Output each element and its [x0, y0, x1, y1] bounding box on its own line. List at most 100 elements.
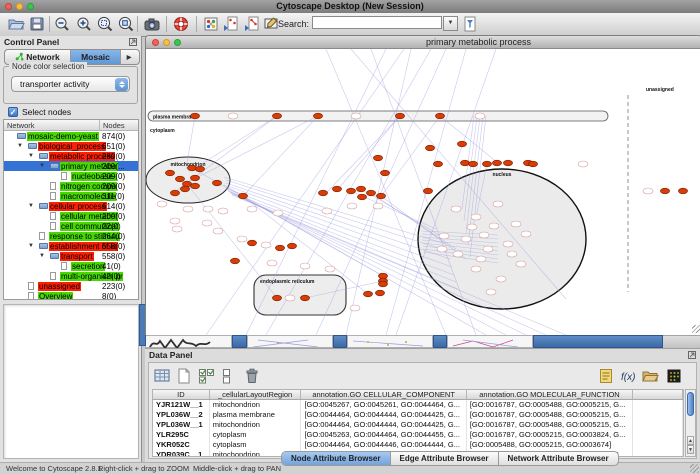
tab-node-attribute-browser[interactable]: Node Attribute Browser [282, 452, 391, 465]
network-node-outline[interactable] [516, 261, 526, 267]
zoom-selected-icon[interactable] [96, 15, 114, 33]
tree-row-cellular-metabol[interactable]: cellular metabol209(0) [4, 211, 138, 221]
network-node-outline[interactable] [285, 295, 295, 301]
network-node[interactable] [661, 188, 670, 194]
network-node-outline[interactable] [183, 206, 193, 212]
network-node[interactable] [273, 113, 282, 119]
tree-row-metabolic-process[interactable]: ▼metabolic process280(0) [4, 151, 138, 161]
table-cell[interactable]: cytoplasm [210, 440, 302, 450]
filter-icon[interactable] [461, 15, 479, 33]
network-node[interactable] [679, 188, 688, 194]
table-cell[interactable]: YPL036W__2 [153, 410, 210, 420]
network-node[interactable] [381, 170, 390, 176]
network-node[interactable] [504, 160, 513, 166]
table-cell[interactable] [633, 440, 683, 450]
table-cell[interactable] [633, 450, 683, 457]
network-window-titlebar[interactable]: primary metabolic process [146, 36, 700, 49]
zoom-out-icon[interactable] [53, 15, 71, 33]
table-cell[interactable]: [GO:0045267, GO:0045261, GO:0044464, G..… [301, 400, 466, 410]
column-header-id[interactable]: ID [153, 390, 210, 399]
network-node[interactable] [424, 188, 433, 194]
network-node-outline[interactable] [439, 233, 449, 239]
network-node-outline[interactable] [511, 221, 521, 227]
background-window-thumbnail[interactable] [347, 335, 433, 348]
network-node-outline[interactable] [578, 161, 588, 167]
scroll-down-arrow[interactable]: ▼ [687, 445, 694, 454]
scrollbar-thumb[interactable] [687, 392, 694, 416]
help-icon[interactable] [172, 15, 190, 33]
column-header-annotation-go-molecular-function[interactable]: annotation.GO MOLECULAR_FUNCTION [467, 390, 633, 399]
function-builder-icon[interactable]: f(x) [619, 367, 637, 385]
node-color-attribute-select[interactable]: transporter activity [11, 76, 130, 92]
float-panel-icon[interactable] [688, 351, 696, 359]
network-edge[interactable] [194, 116, 277, 169]
table-row-ylr295c[interactable]: YLR295Ccytoplasm[GO:0045263, GO:0044464,… [153, 430, 683, 440]
tree-row-establishment-of-lo[interactable]: ▼establishment of lo558(0) [4, 241, 138, 251]
table-cell[interactable]: cytoplasm [210, 430, 302, 440]
table-cell[interactable]: [GO:0044464, GO:0044444, GO:0044425, G..… [301, 420, 466, 430]
table-row-ypl036w-2[interactable]: YPL036W__2plasma membrane[GO:0044464, GO… [153, 410, 683, 420]
tree-row-biological-process[interactable]: ▼biological_process651(0) [4, 141, 138, 151]
tab-network-attribute-browser[interactable]: Network Attribute Browser [499, 452, 618, 465]
network-node-outline[interactable] [471, 266, 481, 272]
table-cell[interactable] [633, 430, 683, 440]
network-node-outline[interactable] [461, 236, 471, 242]
import-node-attributes-icon[interactable] [222, 15, 240, 33]
network-node-outline[interactable] [350, 305, 360, 311]
open-icon[interactable] [7, 15, 25, 33]
network-node[interactable] [181, 186, 190, 192]
network-node[interactable] [213, 180, 222, 186]
table-cell[interactable]: mitochondrion [210, 420, 302, 430]
tree-row-cellular-process[interactable]: ▼cellular process614(0) [4, 201, 138, 211]
network-node[interactable] [458, 141, 467, 147]
background-window-thumbnail[interactable] [247, 335, 333, 348]
network-node-outline[interactable] [475, 113, 485, 119]
table-cell[interactable]: [GO:0044464, GO:0044446, GO:0044444, G..… [301, 440, 466, 450]
tree-row-primary-metabo[interactable]: ▼primary metabo209(... [4, 161, 138, 171]
expand-arrow-icon[interactable]: ▼ [39, 162, 45, 170]
tree-row-secretion[interactable]: secretion41(0) [4, 261, 138, 271]
network-node-outline[interactable] [486, 289, 496, 295]
table-row-ypl036w-1[interactable]: YPL036W__1mitochondrion[GO:0044464, GO:0… [153, 420, 683, 430]
network-node[interactable] [483, 161, 492, 167]
network-node[interactable] [426, 145, 435, 151]
table-cell[interactable]: YLR295C [153, 430, 210, 440]
plugins-icon[interactable] [202, 15, 220, 33]
network-node-outline[interactable] [202, 220, 212, 226]
network-node-outline[interactable] [267, 260, 277, 266]
tree-row-nitrogen-compo[interactable]: nitrogen compo209(0) [4, 181, 138, 191]
network-node-outline[interactable] [476, 256, 486, 262]
network-node[interactable] [188, 165, 197, 171]
network-node[interactable] [333, 186, 342, 192]
network-node-outline[interactable] [451, 206, 461, 212]
network-node-outline[interactable] [493, 201, 503, 207]
network-node[interactable] [367, 190, 376, 196]
table-cell[interactable]: [GO:0044464, GO:0044444, GO:0044425, G..… [301, 410, 466, 420]
edit-attributes-icon[interactable] [597, 367, 615, 385]
tab-edge-attribute-browser[interactable]: Edge Attribute Browser [391, 452, 499, 465]
network-node-outline[interactable] [172, 226, 182, 232]
table-cell[interactable]: [GO:0016787, GO:0005488, GO:0005215, G..… [467, 400, 633, 410]
network-node[interactable] [376, 290, 385, 296]
table-cell[interactable]: YKR052C [153, 440, 210, 450]
column-header-annotation-go-cellular-component[interactable]: annotation.GO CELLULAR_COMPONENT [301, 390, 466, 399]
tree-row-macromolecule[interactable]: macromolecule311(0) [4, 191, 138, 201]
tree-column-network[interactable]: Network [7, 121, 35, 130]
resize-grip[interactable] [692, 325, 700, 333]
delete-attribute-icon[interactable] [243, 367, 261, 385]
network-node-outline[interactable] [261, 242, 271, 248]
network-node[interactable] [529, 161, 538, 167]
network-node-outline[interactable] [471, 214, 481, 220]
network-node-outline[interactable] [521, 231, 531, 237]
tree-row-transport[interactable]: ▼transport558(0) [4, 251, 138, 261]
network-node[interactable] [396, 113, 405, 119]
network-node[interactable] [364, 291, 373, 297]
network-node-outline[interactable] [507, 251, 517, 257]
table-cell[interactable]: [GO:0016787, GO:0005488, GO:0005215, G..… [467, 410, 633, 420]
network-node-outline[interactable] [503, 241, 513, 247]
table-cell[interactable]: YJR121W__1 [153, 400, 210, 410]
network-node[interactable] [301, 295, 310, 301]
network-node-outline[interactable] [483, 246, 493, 252]
background-window-titlebar[interactable] [533, 335, 663, 348]
search-dropdown-arrow[interactable]: ▼ [443, 16, 458, 31]
